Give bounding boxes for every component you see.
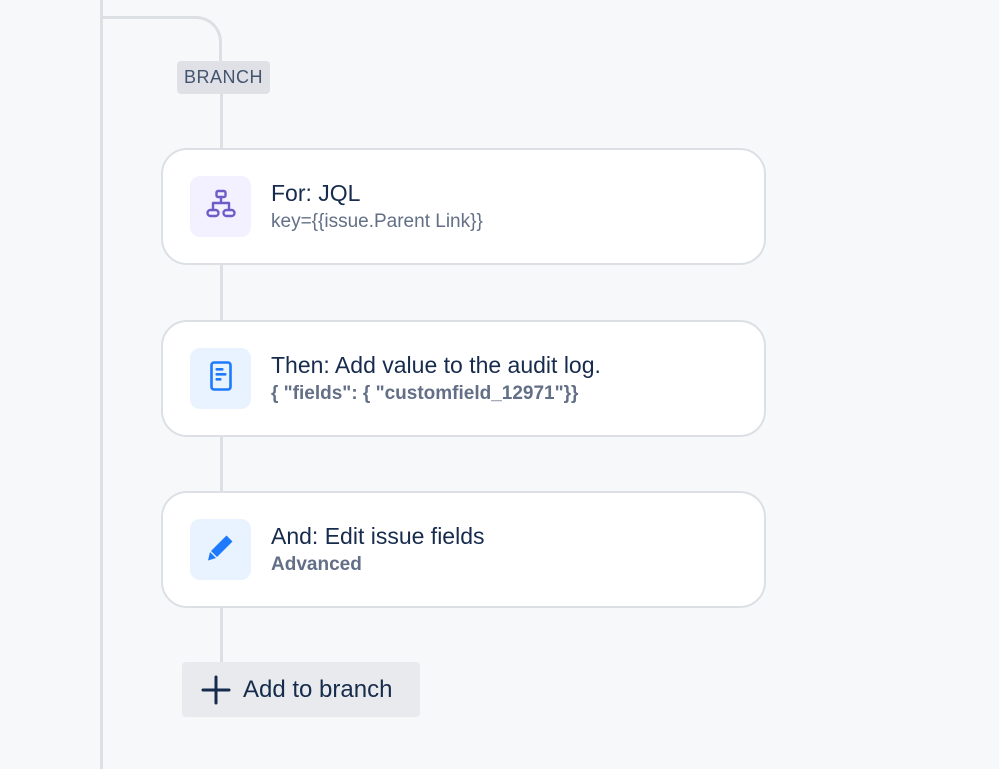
hierarchy-icon bbox=[205, 188, 237, 225]
step-card-for-jql[interactable]: For: JQL key={{issue.Parent Link}} bbox=[161, 148, 766, 265]
step-title: And: Edit issue fields bbox=[271, 523, 485, 549]
add-to-branch-button[interactable]: Add to branch bbox=[182, 662, 420, 717]
step-subtitle: Advanced bbox=[271, 554, 362, 575]
main-connector-line bbox=[100, 0, 103, 769]
step-text: And: Edit issue fields Advanced bbox=[271, 522, 485, 577]
step-icon-container bbox=[190, 348, 251, 409]
step-card-edit-issue-fields[interactable]: And: Edit issue fields Advanced bbox=[161, 491, 766, 608]
step-text: For: JQL key={{issue.Parent Link}} bbox=[271, 179, 483, 234]
document-icon bbox=[205, 360, 237, 397]
step-subtitle: { "fields": { "customfield_12971"}} bbox=[271, 383, 579, 404]
step-text: Then: Add value to the audit log. { "fie… bbox=[271, 351, 601, 406]
step-title: Then: Add value to the audit log. bbox=[271, 352, 601, 378]
step-subtitle: key={{issue.Parent Link}} bbox=[271, 211, 483, 232]
step-title: For: JQL bbox=[271, 180, 361, 206]
branch-label: BRANCH bbox=[177, 61, 271, 94]
step-icon-container bbox=[190, 176, 251, 237]
step-icon-container bbox=[190, 519, 251, 580]
rule-builder-canvas: BRANCH For: JQL key={{issue.Parent Link}… bbox=[0, 0, 999, 769]
pencil-icon bbox=[205, 531, 237, 568]
step-card-audit-log[interactable]: Then: Add value to the audit log. { "fie… bbox=[161, 320, 766, 437]
plus-icon bbox=[200, 674, 232, 706]
add-to-branch-label: Add to branch bbox=[243, 675, 393, 703]
